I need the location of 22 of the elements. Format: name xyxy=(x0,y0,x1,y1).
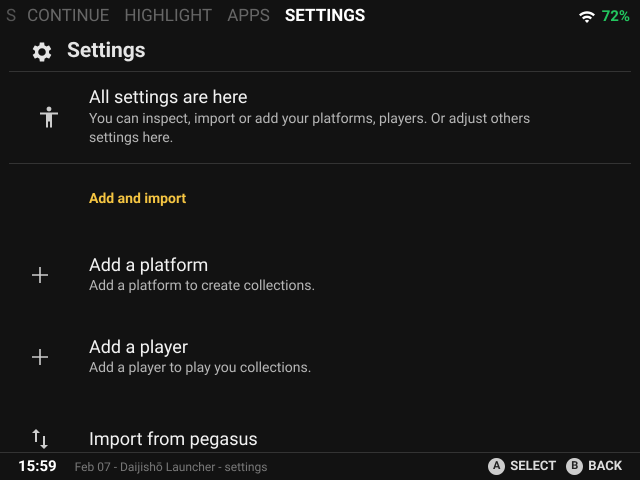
swap-arrows-icon xyxy=(32,429,48,449)
intro-text: You can inspect, import or add your platforms, players. Or adjust others settings here. xyxy=(89,110,532,148)
tab[interactable]: SETTINGS xyxy=(284,4,366,30)
hint-label: SELECT xyxy=(510,458,556,476)
gamepad-key: B xyxy=(566,458,584,475)
clock-time: 15:59 xyxy=(18,456,57,478)
setting-title[interactable]: Add a platform xyxy=(89,254,316,277)
hint-label: BACK xyxy=(588,458,622,476)
setting-description: Add a player to play you collections. xyxy=(89,359,312,378)
footer-info: Feb 07 - Daijishō Launcher - settings xyxy=(74,458,268,476)
gamepad-key: A xyxy=(488,458,506,475)
setting-title[interactable]: Add a player xyxy=(89,336,312,359)
section-header: Add and import xyxy=(89,190,186,209)
plus-icon xyxy=(32,349,48,365)
plus-icon xyxy=(32,267,48,283)
setting-description: Add a platform to create collections. xyxy=(89,277,316,296)
battery-level: 72% xyxy=(602,6,630,28)
intro-title: All settings are here xyxy=(89,86,248,110)
wifi-icon xyxy=(578,10,596,24)
accessibility-icon xyxy=(39,106,59,128)
setting-title[interactable]: Import from pegasus xyxy=(89,428,258,450)
page-title: Settings xyxy=(67,38,146,66)
